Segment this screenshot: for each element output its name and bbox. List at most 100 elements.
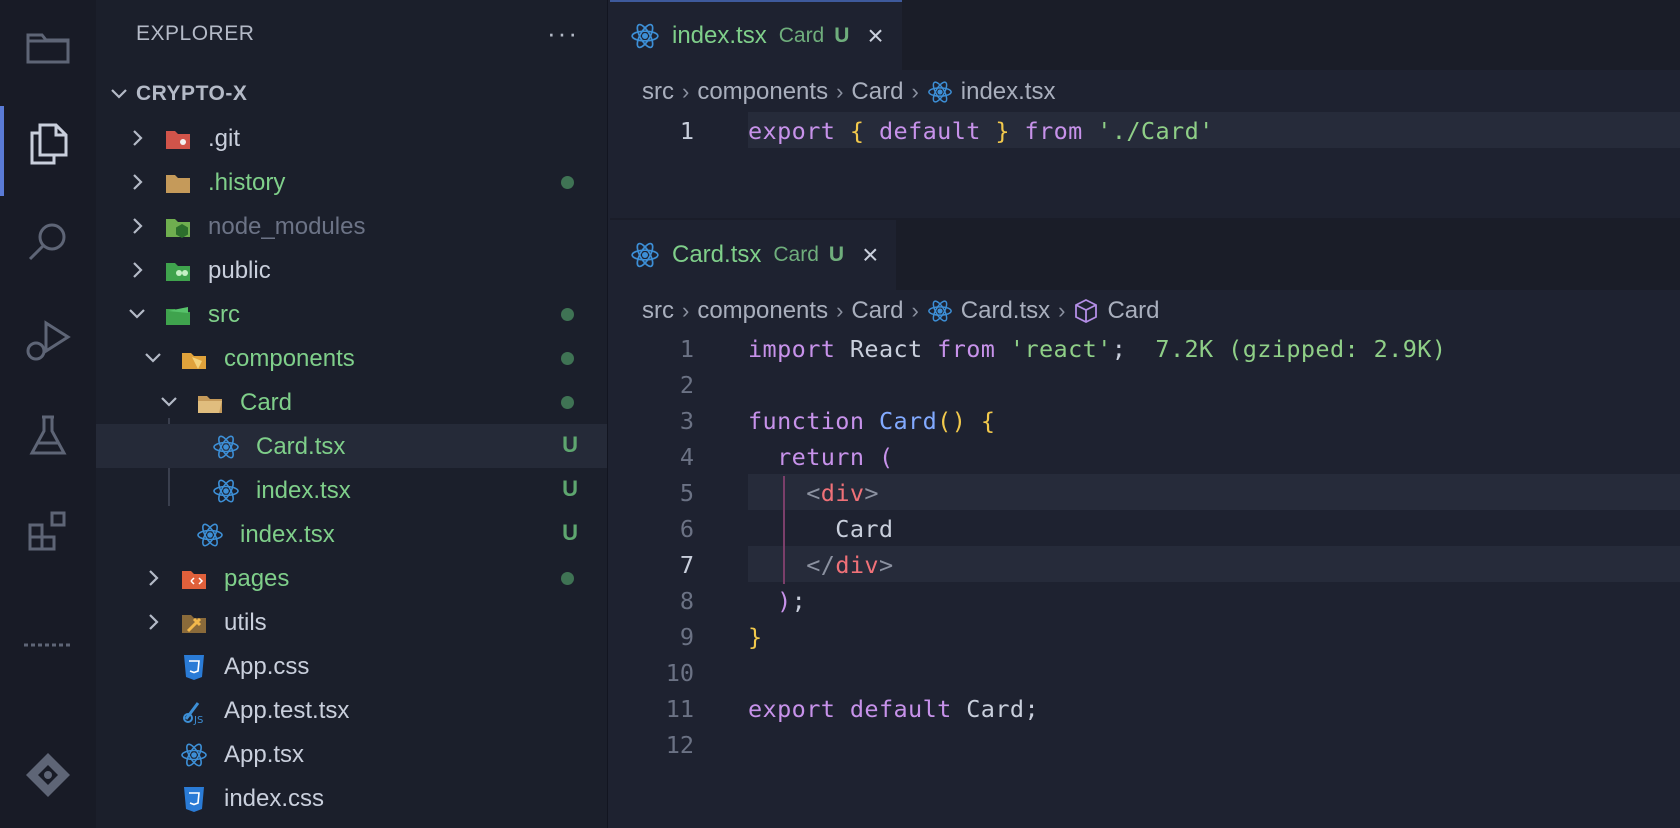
chevron-right-icon: › bbox=[911, 79, 919, 104]
breadcrumb-item[interactable]: Card bbox=[851, 78, 903, 106]
code-text: } bbox=[748, 623, 763, 651]
code-line[interactable]: 8 ); bbox=[610, 582, 1680, 618]
css-file-icon bbox=[184, 787, 204, 812]
react-file-icon bbox=[197, 523, 223, 547]
breadcrumb-item[interactable]: src bbox=[642, 297, 674, 325]
code-line[interactable]: 11 export default Card; bbox=[610, 690, 1680, 726]
line-number: 10 bbox=[665, 659, 694, 687]
tree-item-card-index-tsx[interactable]: index.tsx U bbox=[96, 468, 607, 512]
node-folder-icon bbox=[166, 219, 190, 238]
tree-item-node-modules[interactable]: node_modules bbox=[96, 204, 607, 248]
code-line[interactable]: 12 bbox=[610, 726, 1680, 762]
files-icon[interactable] bbox=[0, 2, 96, 92]
chevron-down-icon bbox=[111, 89, 127, 99]
chevron-right-icon bbox=[149, 614, 159, 630]
code-text: return ( bbox=[777, 443, 894, 471]
workspace-root-label: CRYPTO-X bbox=[136, 82, 248, 105]
tree-item-public[interactable]: public bbox=[96, 248, 607, 292]
tab-index-tsx[interactable]: index.tsx Card U × bbox=[610, 0, 902, 70]
search-icon[interactable] bbox=[0, 196, 96, 286]
tab-card-tsx[interactable]: Card.tsx Card U × bbox=[610, 220, 897, 290]
chevron-right-icon bbox=[149, 570, 159, 586]
tree-item-components[interactable]: components bbox=[96, 336, 607, 380]
workspace-root[interactable]: CRYPTO-X bbox=[96, 72, 607, 116]
breadcrumb-item[interactable]: Card.tsx bbox=[927, 297, 1050, 325]
sidebar-title: EXPLORER bbox=[136, 22, 255, 45]
react-file-icon bbox=[927, 300, 952, 322]
breadcrumb-label: Card bbox=[1107, 297, 1160, 324]
react-file-icon bbox=[631, 23, 659, 49]
line-number: 11 bbox=[665, 695, 694, 723]
component-symbol-icon bbox=[1075, 298, 1098, 324]
chevron-right-icon bbox=[133, 130, 143, 146]
run-debug-icon[interactable] bbox=[0, 294, 96, 384]
code-line[interactable]: 9} bbox=[610, 618, 1680, 654]
tree-item-src[interactable]: src bbox=[96, 292, 607, 336]
tree-item-utils[interactable]: utils bbox=[96, 600, 607, 644]
tree-item-app-tsx[interactable]: App.tsx bbox=[96, 732, 607, 776]
tree-item-card-folder[interactable]: Card bbox=[96, 380, 607, 424]
tab-label: Card.tsx bbox=[672, 241, 762, 268]
tree-item-app-css[interactable]: App.css bbox=[96, 644, 607, 688]
tree-item-label: pages bbox=[224, 565, 290, 592]
remote-explorer-icon[interactable] bbox=[0, 730, 96, 820]
code-text: function Card() { bbox=[748, 407, 996, 435]
close-icon[interactable]: × bbox=[867, 20, 883, 52]
untracked-badge: U bbox=[562, 432, 578, 457]
tree-item-history[interactable]: .history bbox=[96, 160, 607, 204]
chevron-down-icon bbox=[161, 397, 177, 407]
modified-dot bbox=[561, 352, 574, 365]
folder-icon bbox=[166, 175, 190, 193]
extensions-icon[interactable] bbox=[0, 486, 96, 576]
code-line[interactable]: 5 <div> bbox=[610, 474, 1680, 510]
code-text: export default Card; bbox=[748, 695, 1039, 723]
chevron-right-icon bbox=[133, 262, 143, 278]
tree-item-label: App.tsx bbox=[224, 741, 305, 768]
components-folder-icon bbox=[182, 353, 206, 369]
src-folder-icon bbox=[166, 307, 190, 325]
tree-item-pages[interactable]: pages bbox=[96, 556, 607, 600]
close-icon[interactable]: × bbox=[862, 239, 878, 271]
tab-label: index.tsx bbox=[672, 22, 767, 49]
breadcrumb-label: components bbox=[697, 78, 829, 105]
code-line[interactable]: 6 Card bbox=[610, 510, 1680, 546]
tree-item-label: components bbox=[224, 345, 355, 372]
breadcrumb-item[interactable]: index.tsx bbox=[927, 78, 1055, 106]
tree-item-index-css[interactable]: index.css bbox=[96, 776, 607, 820]
breadcrumb-item[interactable]: components bbox=[697, 297, 828, 325]
react-file-icon bbox=[181, 743, 207, 767]
tree-item-app-test-tsx[interactable]: JS App.test.tsx bbox=[96, 688, 607, 732]
breadcrumb-item[interactable]: components bbox=[697, 78, 828, 106]
chevron-right-icon: › bbox=[836, 298, 844, 323]
tree-item-components-index-tsx[interactable]: index.tsx U bbox=[96, 512, 607, 556]
tab-description: Card bbox=[773, 243, 819, 266]
tab-description: Card bbox=[778, 24, 825, 47]
code-line[interactable]: 7 </div> bbox=[610, 546, 1680, 582]
code-line[interactable]: 2 bbox=[610, 366, 1680, 402]
breadcrumb-label: Card bbox=[851, 297, 904, 324]
explorer-sidebar: EXPLORER ··· CRYPTO-X .git .history node… bbox=[96, 0, 608, 828]
tree-item-card-tsx[interactable]: Card.tsx U bbox=[96, 424, 607, 468]
breadcrumb-item[interactable]: Card bbox=[1073, 297, 1159, 325]
more-actions-icon[interactable]: ··· bbox=[547, 18, 579, 49]
code-line[interactable]: 1 import React from 'react'; 7.2K (gzippe… bbox=[610, 330, 1680, 366]
code-line[interactable]: 10 bbox=[610, 654, 1680, 690]
code-line[interactable]: 4 return ( bbox=[610, 438, 1680, 474]
react-file-icon bbox=[631, 242, 659, 268]
breadcrumb-item[interactable]: src bbox=[642, 78, 674, 106]
explorer-icon[interactable] bbox=[0, 98, 96, 196]
code-line[interactable]: 3 function Card() { bbox=[610, 402, 1680, 438]
code-line[interactable]: 1 export { default } from './Card' bbox=[610, 112, 1680, 148]
modified-dot bbox=[561, 308, 574, 321]
react-file-icon bbox=[213, 435, 239, 459]
tree-item-git[interactable]: .git bbox=[96, 116, 607, 160]
breadcrumb-label: Card bbox=[851, 78, 904, 105]
testing-icon[interactable] bbox=[0, 390, 96, 480]
tab-git-status: U bbox=[834, 24, 850, 47]
code-text: Card bbox=[748, 515, 894, 543]
line-number: 3 bbox=[679, 407, 694, 435]
line-number: 7 bbox=[679, 551, 694, 579]
chevron-right-icon: › bbox=[911, 298, 919, 323]
breadcrumb-item[interactable]: Card bbox=[851, 297, 903, 325]
activity-bar bbox=[0, 0, 96, 828]
